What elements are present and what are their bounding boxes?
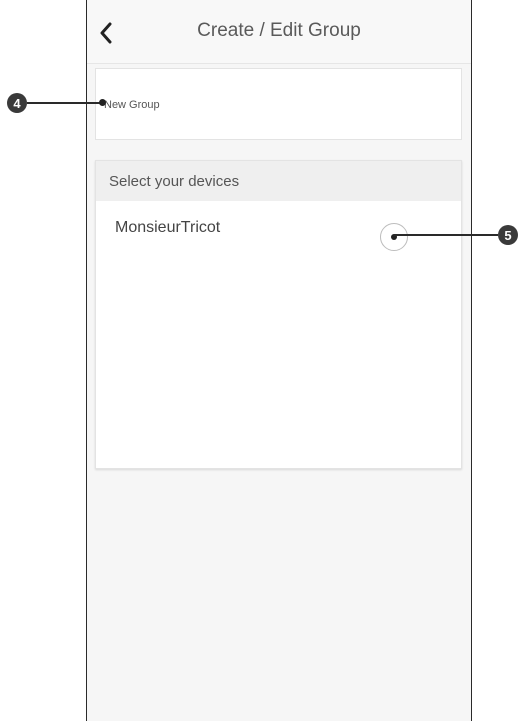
callout-line-4 [27, 102, 102, 104]
callout-line-5 [394, 234, 498, 236]
group-name-card [95, 68, 462, 140]
device-select-radio[interactable] [380, 223, 408, 251]
page-title: Create / Edit Group [197, 20, 361, 41]
app-screen: Create / Edit Group Select your devices … [86, 0, 472, 721]
callout-badge-4: 4 [7, 93, 27, 113]
callout-pointer-dot-4 [99, 99, 106, 106]
top-bar: Create / Edit Group [87, 0, 471, 64]
callout-badge-5: 5 [498, 225, 518, 245]
device-list-item[interactable]: MonsieurTricot [96, 201, 461, 261]
device-list-header: Select your devices [96, 161, 461, 201]
device-name: MonsieurTricot [115, 219, 221, 236]
device-list-header-label: Select your devices [109, 173, 240, 190]
group-name-input[interactable] [104, 94, 444, 116]
device-list-card: Select your devices MonsieurTricot [95, 160, 462, 469]
